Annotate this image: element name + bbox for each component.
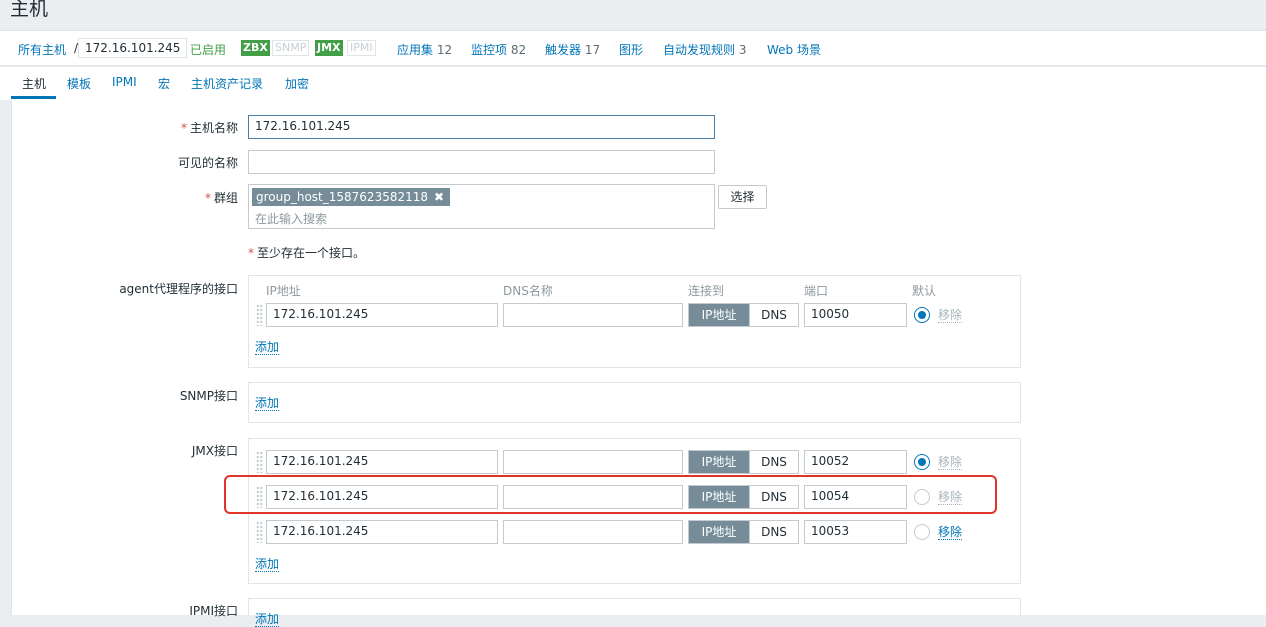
connect-ip-option[interactable]: IP地址 bbox=[689, 304, 749, 326]
jmx-ip-input[interactable]: 172.16.101.245 bbox=[266, 520, 498, 544]
connect-dns-option[interactable]: DNS bbox=[749, 521, 798, 543]
connect-ip-option[interactable]: IP地址 bbox=[689, 521, 749, 543]
connect-dns-option[interactable]: DNS bbox=[749, 486, 798, 508]
host-navigation-bar: 所有主机 / 172.16.101.245 已启用 ZBX SNMP JMX I… bbox=[0, 30, 1266, 66]
zbx-availability-badge: ZBX bbox=[241, 40, 270, 56]
jmx-connect-toggle[interactable]: IP地址 DNS bbox=[688, 520, 799, 544]
host-name-label: * 主机名称 bbox=[180, 121, 238, 135]
tab-host[interactable]: 主机 bbox=[22, 75, 46, 92]
nav-web-scenarios[interactable]: Web 场景 bbox=[767, 41, 821, 58]
drag-handle-icon[interactable] bbox=[256, 451, 263, 473]
connect-dns-option[interactable]: DNS bbox=[749, 304, 798, 326]
snmp-availability-badge: SNMP bbox=[272, 40, 310, 56]
jmx-connect-toggle[interactable]: IP地址 DNS bbox=[688, 450, 799, 474]
host-name-input[interactable]: 172.16.101.245 bbox=[248, 115, 715, 139]
header-ip: IP地址 bbox=[266, 284, 301, 298]
tab-macros[interactable]: 宏 bbox=[158, 75, 170, 92]
jmx-dns-input[interactable] bbox=[503, 520, 683, 544]
jmx-remove-link[interactable]: 移除 bbox=[938, 525, 963, 540]
header-dns: DNS名称 bbox=[503, 284, 553, 298]
nav-triggers[interactable]: 触发器 17 bbox=[545, 41, 600, 58]
snmp-interfaces-panel: 添加 bbox=[248, 382, 1021, 423]
jmx-default-radio[interactable] bbox=[914, 489, 930, 505]
ipmi-availability-badge: IPMI bbox=[347, 40, 376, 56]
groups-search-placeholder[interactable]: 在此输入搜索 bbox=[255, 210, 327, 227]
breadcrumb-current-host: 172.16.101.245 bbox=[78, 38, 188, 58]
groups-label: * 群组 bbox=[204, 191, 238, 205]
ipmi-interfaces-panel: 添加 bbox=[248, 598, 1021, 627]
nav-discovery-rules[interactable]: 自动发现规则 3 bbox=[663, 41, 746, 58]
jmx-port-input[interactable]: 10053 bbox=[804, 520, 907, 544]
agent-default-radio[interactable] bbox=[914, 307, 930, 323]
agent-remove-link: 移除 bbox=[938, 308, 963, 323]
tab-templates[interactable]: 模板 bbox=[67, 75, 91, 92]
connect-dns-option[interactable]: DNS bbox=[749, 451, 798, 473]
nav-applications[interactable]: 应用集 12 bbox=[397, 41, 452, 58]
jmx-default-radio[interactable] bbox=[914, 524, 930, 540]
drag-handle-icon[interactable] bbox=[256, 521, 263, 543]
nav-items[interactable]: 监控项 82 bbox=[471, 41, 526, 58]
agent-port-input[interactable]: 10050 bbox=[804, 303, 907, 327]
jmx-availability-badge: JMX bbox=[315, 40, 343, 56]
visible-name-input[interactable] bbox=[248, 150, 715, 174]
connect-ip-option[interactable]: IP地址 bbox=[689, 451, 749, 473]
ipmi-interfaces-label: IPMI接口 bbox=[189, 604, 238, 618]
group-chip-label: group_host_1587623582118 bbox=[256, 190, 429, 204]
header-default: 默认 bbox=[912, 284, 937, 298]
snmp-interfaces-label: SNMP接口 bbox=[179, 389, 238, 403]
active-tab-indicator bbox=[11, 96, 56, 99]
jmx-ip-input[interactable]: 172.16.101.245 bbox=[266, 485, 498, 509]
header-connect-to: 连接到 bbox=[688, 284, 725, 298]
drag-handle-icon[interactable] bbox=[256, 486, 263, 508]
snmp-add-link[interactable]: 添加 bbox=[255, 396, 280, 411]
jmx-interfaces-panel: 172.16.101.245 IP地址 DNS 10052 移除 172.16.… bbox=[248, 438, 1021, 584]
agent-dns-input[interactable] bbox=[503, 303, 683, 327]
agent-add-link[interactable]: 添加 bbox=[255, 340, 280, 355]
jmx-dns-input[interactable] bbox=[503, 485, 683, 509]
tab-ipmi[interactable]: IPMI bbox=[112, 75, 137, 89]
jmx-default-radio[interactable] bbox=[914, 454, 930, 470]
agent-connect-toggle[interactable]: IP地址 DNS bbox=[688, 303, 799, 327]
connect-ip-option[interactable]: IP地址 bbox=[689, 486, 749, 508]
jmx-port-input[interactable]: 10052 bbox=[804, 450, 907, 474]
jmx-connect-toggle[interactable]: IP地址 DNS bbox=[688, 485, 799, 509]
host-status-enabled[interactable]: 已启用 bbox=[190, 41, 226, 58]
nav-graphs[interactable]: 图形 bbox=[619, 41, 643, 58]
page-title: 主机 bbox=[10, 0, 49, 20]
header-port: 端口 bbox=[804, 284, 829, 298]
agent-interfaces-label: agent代理程序的接口 bbox=[119, 282, 238, 296]
select-groups-button[interactable]: 选择 bbox=[718, 185, 767, 209]
jmx-remove-link: 移除 bbox=[938, 455, 963, 470]
visible-name-label: 可见的名称 bbox=[177, 156, 238, 170]
breadcrumb-all-hosts[interactable]: 所有主机 bbox=[18, 41, 66, 58]
groups-multiselect[interactable]: group_host_1587623582118 ✖ 在此输入搜索 bbox=[248, 184, 715, 229]
jmx-interfaces-label: JMX接口 bbox=[191, 444, 238, 458]
jmx-ip-input[interactable]: 172.16.101.245 bbox=[266, 450, 498, 474]
interface-required-note: * 至少存在一个接口。 bbox=[248, 246, 366, 260]
ipmi-add-link[interactable]: 添加 bbox=[255, 612, 280, 627]
jmx-dns-input[interactable] bbox=[503, 450, 683, 474]
agent-interfaces-panel: IP地址 DNS名称 连接到 端口 默认 172.16.101.245 IP地址… bbox=[248, 275, 1021, 368]
jmx-add-link[interactable]: 添加 bbox=[255, 557, 280, 572]
form-tabs: 主机 模板 IPMI 宏 主机资产记录 加密 bbox=[0, 67, 1266, 100]
agent-ip-input[interactable]: 172.16.101.245 bbox=[266, 303, 498, 327]
tab-encryption[interactable]: 加密 bbox=[285, 75, 309, 92]
tab-inventory[interactable]: 主机资产记录 bbox=[191, 75, 263, 92]
drag-handle-icon[interactable] bbox=[256, 304, 263, 326]
remove-group-icon[interactable]: ✖ bbox=[434, 190, 444, 204]
group-chip: group_host_1587623582118 ✖ bbox=[252, 188, 451, 206]
jmx-remove-link: 移除 bbox=[938, 490, 963, 505]
jmx-port-input[interactable]: 10054 bbox=[804, 485, 907, 509]
